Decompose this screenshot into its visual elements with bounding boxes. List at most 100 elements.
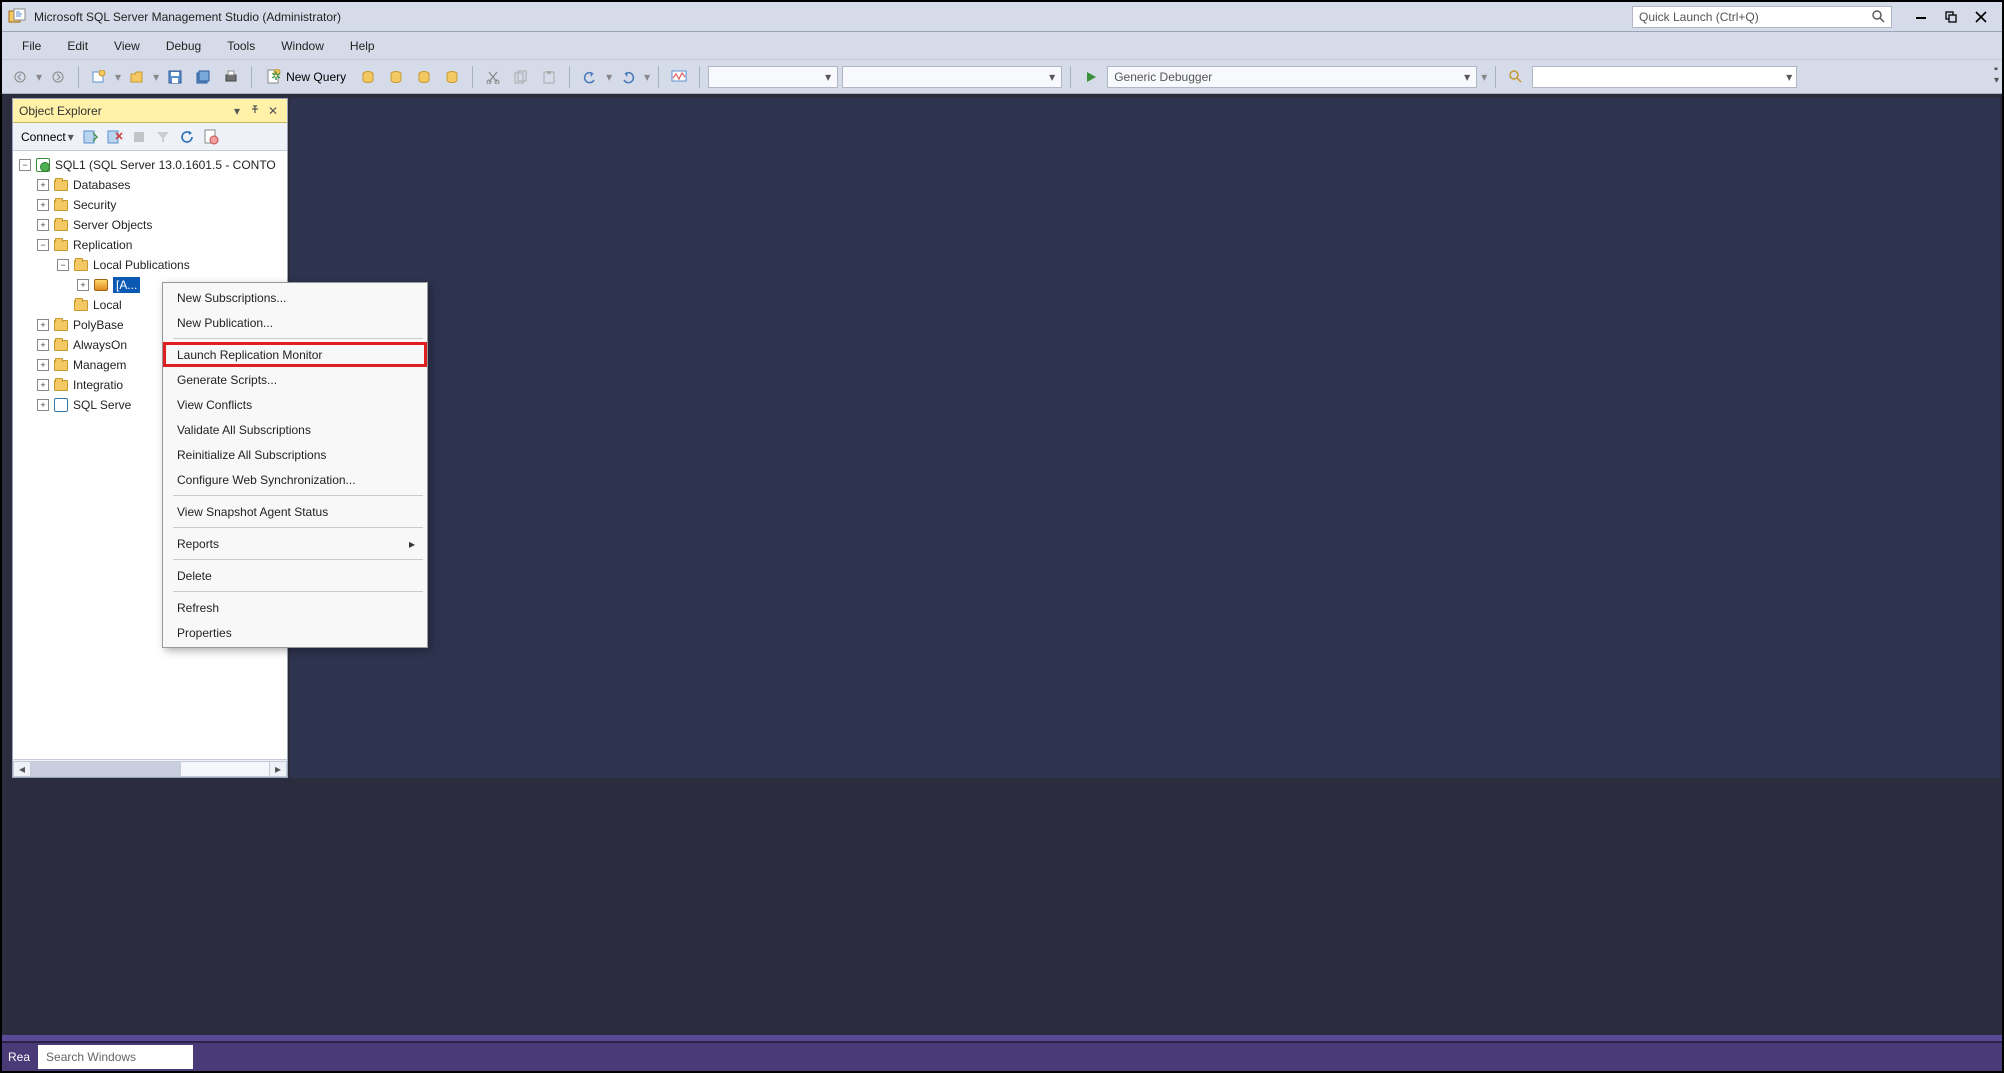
debugger-combo[interactable]: Generic Debugger▾ (1107, 66, 1477, 88)
tree-local-publications-node[interactable]: −Local Publications (13, 255, 287, 275)
new-query-label: New Query (286, 70, 346, 84)
cm-view-snapshot[interactable]: View Snapshot Agent Status (163, 499, 427, 524)
quick-launch-input[interactable]: Quick Launch (Ctrl+Q) (1632, 6, 1892, 28)
copy-button[interactable] (509, 65, 533, 89)
start-debug-button[interactable] (1079, 65, 1103, 89)
object-explorer-scrollbar[interactable]: ◂ ▸ (13, 759, 287, 777)
tree-security-node[interactable]: +Security (13, 195, 287, 215)
quick-launch-placeholder: Quick Launch (Ctrl+Q) (1639, 10, 1759, 24)
object-explorer-titlebar[interactable]: Object Explorer ▾ ✕ (13, 99, 287, 123)
disconnect-server-icon[interactable] (106, 128, 124, 146)
find-button[interactable] (1504, 65, 1528, 89)
menu-debug[interactable]: Debug (154, 35, 213, 57)
main-toolbar: ▾ ▾ ▾ ✲ New Query ▾ ▾ ▾ ▾ Generic Debugg… (2, 60, 2002, 94)
server-label: SQL1 (SQL Server 13.0.1601.5 - CONTO (55, 158, 276, 172)
cm-refresh[interactable]: Refresh (163, 595, 427, 620)
publication-context-menu: New Subscriptions... New Publication... … (162, 282, 428, 648)
dropdown-icon[interactable]: ▾ (229, 103, 245, 119)
print-button[interactable] (219, 65, 243, 89)
tree-replication-node[interactable]: −Replication (13, 235, 287, 255)
window-title: Microsoft SQL Server Management Studio (… (34, 10, 341, 24)
save-button[interactable] (163, 65, 187, 89)
cm-separator (173, 338, 423, 339)
menu-bar: File Edit View Debug Tools Window Help (2, 32, 2002, 60)
filter-icon[interactable] (154, 128, 172, 146)
cm-new-subscriptions[interactable]: New Subscriptions... (163, 285, 427, 310)
menu-tools[interactable]: Tools (215, 35, 267, 57)
cm-launch-replication-monitor[interactable]: Launch Replication Monitor (163, 342, 427, 367)
new-project-button[interactable] (87, 65, 111, 89)
cm-validate-all[interactable]: Validate All Subscriptions (163, 417, 427, 442)
document-area (290, 98, 2000, 778)
solution-platform-combo[interactable]: ▾ (842, 66, 1062, 88)
db-query-icon-3[interactable] (412, 65, 436, 89)
cm-reinitialize-all[interactable]: Reinitialize All Subscriptions (163, 442, 427, 467)
refresh-icon[interactable] (178, 128, 196, 146)
cm-separator (173, 495, 423, 496)
find-input[interactable]: ▾ (1532, 66, 1797, 88)
db-query-icon-1[interactable] (356, 65, 380, 89)
scroll-track[interactable] (31, 761, 269, 777)
cm-properties[interactable]: Properties (163, 620, 427, 645)
submenu-arrow-icon: ▸ (409, 537, 415, 551)
object-explorer-toolbar: Connect▾ (13, 123, 287, 151)
tree-databases-node[interactable]: +Databases (13, 175, 287, 195)
cm-reports[interactable]: Reports ▸ (163, 531, 427, 556)
debugger-combo-label: Generic Debugger (1114, 70, 1212, 84)
cm-separator (173, 591, 423, 592)
save-all-button[interactable] (191, 65, 215, 89)
script-icon[interactable] (202, 128, 220, 146)
toolbar-overflow-icon[interactable]: ▪▪▾ (1994, 64, 1996, 86)
nav-forward-button[interactable] (46, 65, 70, 89)
ssms-app-icon (8, 8, 26, 26)
menu-file[interactable]: File (10, 35, 53, 57)
cm-separator (173, 559, 423, 560)
new-query-button[interactable]: ✲ New Query (260, 65, 352, 89)
db-query-icon-2[interactable] (384, 65, 408, 89)
connect-dropdown[interactable]: Connect▾ (19, 130, 76, 144)
activity-monitor-button[interactable] (667, 65, 691, 89)
cut-button[interactable] (481, 65, 505, 89)
stop-icon[interactable] (130, 128, 148, 146)
minimize-button[interactable] (1906, 6, 1936, 28)
paste-button[interactable] (537, 65, 561, 89)
close-button[interactable] (1966, 6, 1996, 28)
pin-icon[interactable] (247, 103, 263, 119)
connect-label: Connect (21, 130, 66, 144)
solution-config-combo[interactable]: ▾ (708, 66, 838, 88)
menu-edit[interactable]: Edit (55, 35, 100, 57)
search-icon (1872, 10, 1885, 23)
windows-search-input[interactable]: Search Windows (38, 1045, 193, 1069)
cm-generate-scripts[interactable]: Generate Scripts... (163, 367, 427, 392)
cm-view-conflicts[interactable]: View Conflicts (163, 392, 427, 417)
connect-server-icon[interactable] (82, 128, 100, 146)
menu-view[interactable]: View (102, 35, 152, 57)
scroll-thumb[interactable] (31, 762, 181, 776)
cm-reports-label: Reports (177, 537, 219, 551)
title-bar: Microsoft SQL Server Management Studio (… (2, 2, 2002, 32)
window-controls (1906, 6, 1996, 28)
svg-text:✲: ✲ (271, 69, 281, 83)
status-ready: Rea (2, 1050, 38, 1064)
scroll-right-arrow[interactable]: ▸ (269, 761, 287, 777)
cm-new-publication[interactable]: New Publication... (163, 310, 427, 335)
new-query-icon: ✲ (266, 69, 282, 85)
cm-configure-web-sync[interactable]: Configure Web Synchronization... (163, 467, 427, 492)
redo-button[interactable] (616, 65, 640, 89)
close-pane-icon[interactable]: ✕ (265, 103, 281, 119)
tree-server-objects-node[interactable]: +Server Objects (13, 215, 287, 235)
menu-window[interactable]: Window (269, 35, 336, 57)
db-query-icon-4[interactable] (440, 65, 464, 89)
maximize-button[interactable] (1936, 6, 1966, 28)
menu-help[interactable]: Help (338, 35, 387, 57)
undo-button[interactable] (578, 65, 602, 89)
tree-server-node[interactable]: −SQL1 (SQL Server 13.0.1601.5 - CONTO (13, 155, 287, 175)
scroll-left-arrow[interactable]: ◂ (13, 761, 31, 777)
windows-taskbar: Rea Search Windows (2, 1041, 2002, 1071)
open-file-button[interactable] (125, 65, 149, 89)
cm-delete[interactable]: Delete (163, 563, 427, 588)
cm-separator (173, 527, 423, 528)
windows-search-placeholder: Search Windows (46, 1050, 136, 1064)
object-explorer-title: Object Explorer (19, 104, 227, 118)
nav-back-button[interactable] (8, 65, 32, 89)
